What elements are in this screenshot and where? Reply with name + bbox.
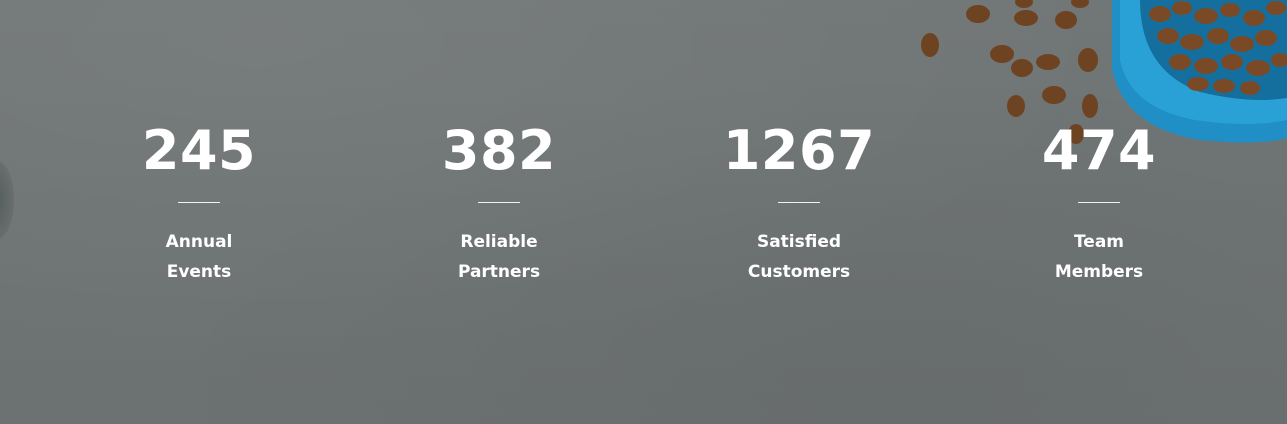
stat-divider: [778, 202, 820, 203]
stat-label: Annual Events: [89, 227, 309, 287]
stat-label-line1: Satisfied: [756, 232, 842, 252]
stat-number: 474: [1041, 119, 1157, 182]
stat-divider: [178, 202, 220, 203]
stat-number: 245: [141, 119, 257, 182]
stat-number: 382: [441, 119, 557, 182]
stat-label-line2: Members: [1054, 262, 1144, 282]
stat-label-line1: Reliable: [460, 232, 538, 252]
stat-team-members: 474 Team Members: [989, 118, 1209, 287]
stat-satisfied-customers: 1267 Satisfied Customers: [689, 118, 909, 287]
stat-label-line2: Partners: [457, 262, 541, 282]
stat-divider: [478, 202, 520, 203]
stat-label: Team Members: [989, 227, 1209, 287]
stat-number: 1267: [722, 119, 876, 182]
stat-reliable-partners: 382 Reliable Partners: [389, 118, 609, 287]
stat-label: Satisfied Customers: [689, 227, 909, 287]
stat-label-line2: Events: [166, 262, 232, 282]
stat-label: Reliable Partners: [389, 227, 609, 287]
stat-divider: [1078, 202, 1120, 203]
stats-section: 245 Annual Events 382 Reliable Partners …: [0, 0, 1287, 424]
stat-label-line1: Annual: [165, 232, 233, 252]
stat-label-line1: Team: [1073, 232, 1125, 252]
stat-annual-events: 245 Annual Events: [89, 118, 309, 287]
stat-label-line2: Customers: [747, 262, 851, 282]
